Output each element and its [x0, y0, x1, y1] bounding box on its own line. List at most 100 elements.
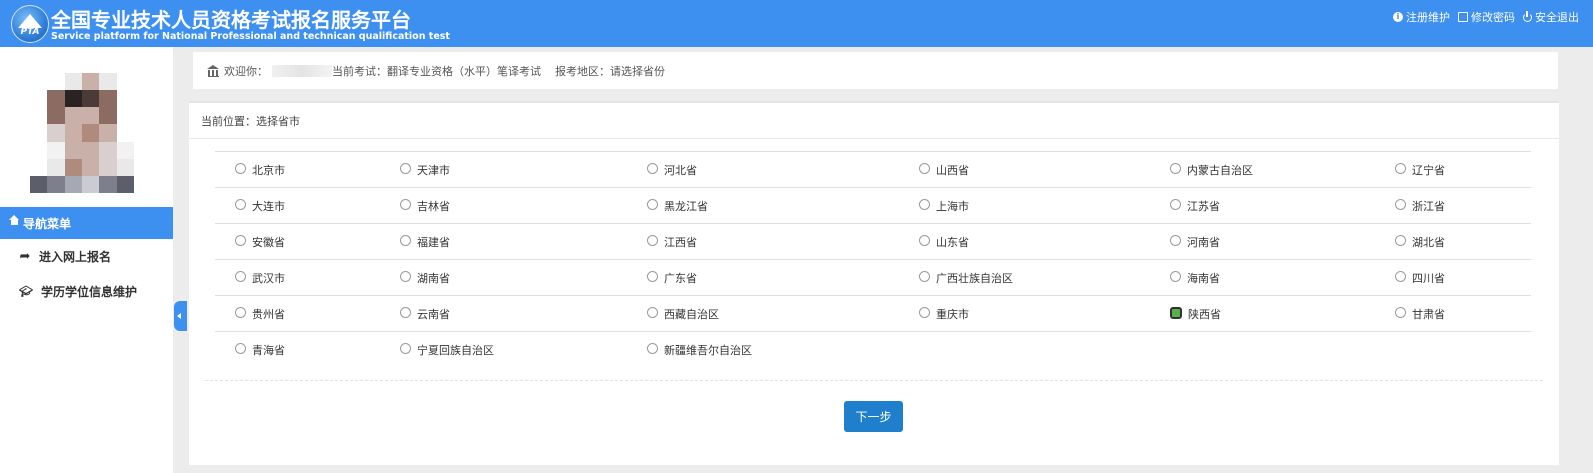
province-option[interactable]: 黑龙江省: [647, 188, 708, 223]
radio-icon[interactable]: [1170, 163, 1181, 174]
radio-icon[interactable]: [919, 271, 930, 282]
current-exam: 当前考试：翻译专业资格（水平）笔译考试: [332, 64, 541, 78]
radio-icon[interactable]: [647, 343, 658, 354]
province-option[interactable]: 辽宁省: [1395, 152, 1445, 187]
province-label: 浙江省: [1412, 199, 1445, 213]
province-label: 安徽省: [252, 235, 285, 249]
radio-icon[interactable]: [400, 163, 411, 174]
sidebar: 导航菜单 ➦ 进入网上报名 🎓︎ 学历学位信息维护: [0, 47, 173, 473]
radio-icon[interactable]: [919, 307, 930, 318]
province-label: 宁夏回族自治区: [417, 343, 494, 357]
province-label: 甘肃省: [1412, 307, 1445, 321]
info-icon: i: [1393, 12, 1403, 22]
radio-icon[interactable]: [647, 271, 658, 282]
radio-icon[interactable]: [235, 235, 246, 246]
province-option[interactable]: 河北省: [647, 152, 697, 187]
province-option[interactable]: 江苏省: [1170, 188, 1220, 223]
province-option[interactable]: 宁夏回族自治区: [400, 332, 494, 367]
radio-icon[interactable]: [400, 235, 411, 246]
radio-icon[interactable]: [235, 199, 246, 210]
logout-label: 安全退出: [1535, 11, 1579, 24]
radio-icon[interactable]: [647, 199, 658, 210]
province-option[interactable]: 浙江省: [1395, 188, 1445, 223]
sidebar-collapse-toggle[interactable]: [174, 301, 187, 331]
province-select-panel: 当前位置：选择省市 北京市 天津市 河北省 山西省 内蒙古自治区 辽宁省大连市 吉林省 黑龙江…: [189, 101, 1559, 465]
province-option[interactable]: 西藏自治区: [647, 296, 719, 331]
radio-icon[interactable]: [235, 343, 246, 354]
province-option[interactable]: 湖南省: [400, 260, 450, 295]
province-label: 吉林省: [417, 199, 450, 213]
province-option[interactable]: 武汉市: [235, 260, 285, 295]
province-option[interactable]: 云南省: [400, 296, 450, 331]
radio-icon[interactable]: [1170, 199, 1181, 210]
radio-icon[interactable]: [1395, 163, 1406, 174]
province-option[interactable]: 广西壮族自治区: [919, 260, 1013, 295]
province-option[interactable]: 重庆市: [919, 296, 969, 331]
province-option[interactable]: 河南省: [1170, 224, 1220, 259]
radio-icon[interactable]: [235, 307, 246, 318]
exam-region: 报考地区：请选择省份: [555, 64, 665, 78]
province-option[interactable]: 江西省: [647, 224, 697, 259]
province-option[interactable]: 新疆维吾尔自治区: [647, 332, 752, 367]
radio-icon[interactable]: [1395, 307, 1406, 318]
radio-icon[interactable]: [1395, 199, 1406, 210]
sidebar-item-online-registration[interactable]: ➦ 进入网上报名: [0, 241, 173, 271]
radio-icon[interactable]: [400, 307, 411, 318]
province-option[interactable]: 吉林省: [400, 188, 450, 223]
radio-icon[interactable]: [1395, 235, 1406, 246]
province-option[interactable]: 上海市: [919, 188, 969, 223]
breadcrumb: 当前位置：选择省市: [201, 115, 300, 128]
province-label: 北京市: [252, 163, 285, 177]
province-grid: 北京市 天津市 河北省 山西省 内蒙古自治区 辽宁省大连市 吉林省 黑龙江省 上海市 江苏省 浙江省…: [215, 151, 1531, 367]
province-option[interactable]: 北京市: [235, 152, 285, 187]
radio-icon[interactable]: [1170, 235, 1181, 246]
province-option[interactable]: 大连市: [235, 188, 285, 223]
next-step-button[interactable]: 下一步: [844, 401, 903, 432]
radio-icon[interactable]: [647, 163, 658, 174]
province-option[interactable]: 海南省: [1170, 260, 1220, 295]
province-option[interactable]: 贵州省: [235, 296, 285, 331]
register-maintain-link[interactable]: i 注册维护: [1393, 9, 1450, 25]
province-option[interactable]: 青海省: [235, 332, 285, 367]
province-label: 上海市: [936, 199, 969, 213]
edit-icon: [1458, 12, 1468, 22]
province-label: 江西省: [664, 235, 697, 249]
radio-icon[interactable]: [235, 163, 246, 174]
province-option[interactable]: 安徽省: [235, 224, 285, 259]
province-option[interactable]: 天津市: [400, 152, 450, 187]
province-option[interactable]: 四川省: [1395, 260, 1445, 295]
radio-icon[interactable]: [647, 235, 658, 246]
province-row: 安徽省 福建省 江西省 山东省 河南省 湖北省: [215, 223, 1531, 259]
province-label: 黑龙江省: [664, 199, 708, 213]
radio-icon[interactable]: [919, 235, 930, 246]
sidebar-item-degree-info[interactable]: 🎓︎ 学历学位信息维护: [0, 276, 173, 306]
province-option[interactable]: 湖北省: [1395, 224, 1445, 259]
radio-icon[interactable]: [919, 199, 930, 210]
radio-icon[interactable]: [1170, 271, 1181, 282]
radio-icon[interactable]: [919, 163, 930, 174]
province-option[interactable]: 福建省: [400, 224, 450, 259]
radio-icon[interactable]: [1395, 271, 1406, 282]
province-label: 江苏省: [1187, 199, 1220, 213]
avatar: [30, 73, 134, 193]
province-option[interactable]: 广东省: [647, 260, 697, 295]
province-row: 北京市 天津市 河北省 山西省 内蒙古自治区 辽宁省: [215, 151, 1531, 187]
province-label: 山东省: [936, 235, 969, 249]
province-label: 河北省: [664, 163, 697, 177]
province-option[interactable]: 陕西省: [1170, 296, 1221, 331]
radio-icon[interactable]: [235, 271, 246, 282]
change-password-link[interactable]: 修改密码: [1458, 9, 1515, 25]
province-option[interactable]: 内蒙古自治区: [1170, 152, 1253, 187]
radio-icon[interactable]: [400, 271, 411, 282]
province-label: 贵州省: [252, 307, 285, 321]
radio-checked-icon[interactable]: [1170, 306, 1182, 319]
logo-text: PTA: [20, 27, 40, 37]
radio-icon[interactable]: [647, 307, 658, 318]
logout-link[interactable]: 安全退出: [1523, 9, 1579, 25]
province-option[interactable]: 甘肃省: [1395, 296, 1445, 331]
radio-icon[interactable]: [400, 199, 411, 210]
province-label: 武汉市: [252, 271, 285, 285]
radio-icon[interactable]: [400, 343, 411, 354]
province-option[interactable]: 山西省: [919, 152, 969, 187]
province-option[interactable]: 山东省: [919, 224, 969, 259]
